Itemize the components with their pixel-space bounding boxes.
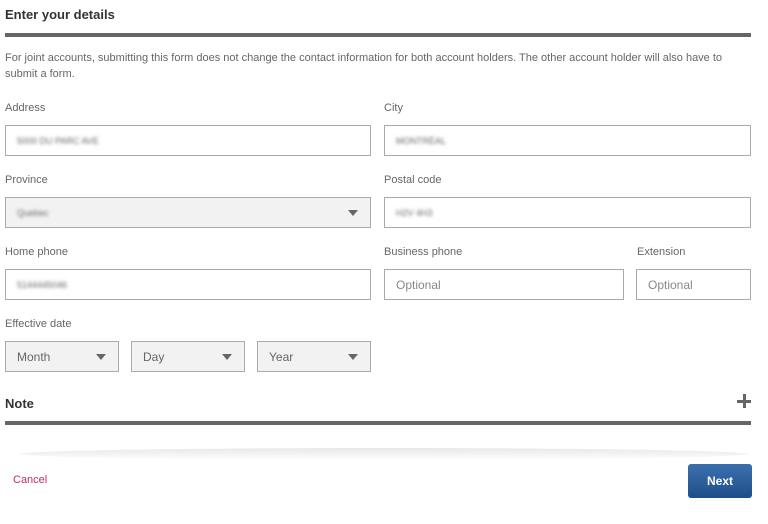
- month-value: Month: [17, 349, 51, 364]
- title-divider: [5, 33, 751, 37]
- note-divider: [5, 421, 751, 425]
- chevron-down-icon: [96, 354, 106, 360]
- city-input[interactable]: MONTRÉAL: [384, 125, 751, 156]
- day-select[interactable]: Day: [131, 341, 245, 372]
- chevron-down-icon: [348, 354, 358, 360]
- year-select[interactable]: Year: [257, 341, 371, 372]
- province-value: Quebec: [17, 207, 49, 218]
- plus-icon[interactable]: [737, 394, 751, 408]
- month-select[interactable]: Month: [5, 341, 119, 372]
- business-phone-input[interactable]: Optional: [384, 269, 624, 300]
- home-phone-value: 5144445046: [17, 279, 68, 290]
- day-value: Day: [143, 349, 165, 364]
- note-section-title[interactable]: Note: [5, 396, 34, 411]
- city-value: MONTRÉAL: [396, 135, 447, 146]
- extension-label: Extension: [637, 246, 686, 258]
- home-phone-input[interactable]: 5144445046: [5, 269, 371, 300]
- effective-date-label: Effective date: [5, 318, 72, 330]
- intro-text: For joint accounts, submitting this form…: [5, 52, 723, 80]
- postal-code-input[interactable]: H2V 4H3: [384, 197, 751, 228]
- chevron-down-icon: [348, 210, 358, 216]
- year-value: Year: [269, 349, 294, 364]
- chevron-down-icon: [222, 354, 232, 360]
- province-select[interactable]: Quebec: [5, 197, 371, 228]
- postal-code-value: H2V 4H3: [396, 207, 433, 218]
- business-phone-label: Business phone: [384, 246, 463, 258]
- form-title: Enter your details: [5, 7, 115, 22]
- next-button[interactable]: Next: [688, 464, 752, 498]
- extension-input[interactable]: Optional: [636, 269, 751, 300]
- postal-code-label: Postal code: [384, 174, 442, 186]
- province-label: Province: [5, 174, 48, 186]
- address-label: Address: [5, 102, 46, 114]
- section-shadow: [20, 448, 748, 460]
- address-input[interactable]: 5000 DU PARC AVE: [5, 125, 371, 156]
- cancel-link[interactable]: Cancel: [13, 474, 47, 486]
- address-value: 5000 DU PARC AVE: [17, 135, 99, 146]
- city-label: City: [384, 102, 403, 114]
- home-phone-label: Home phone: [5, 246, 68, 258]
